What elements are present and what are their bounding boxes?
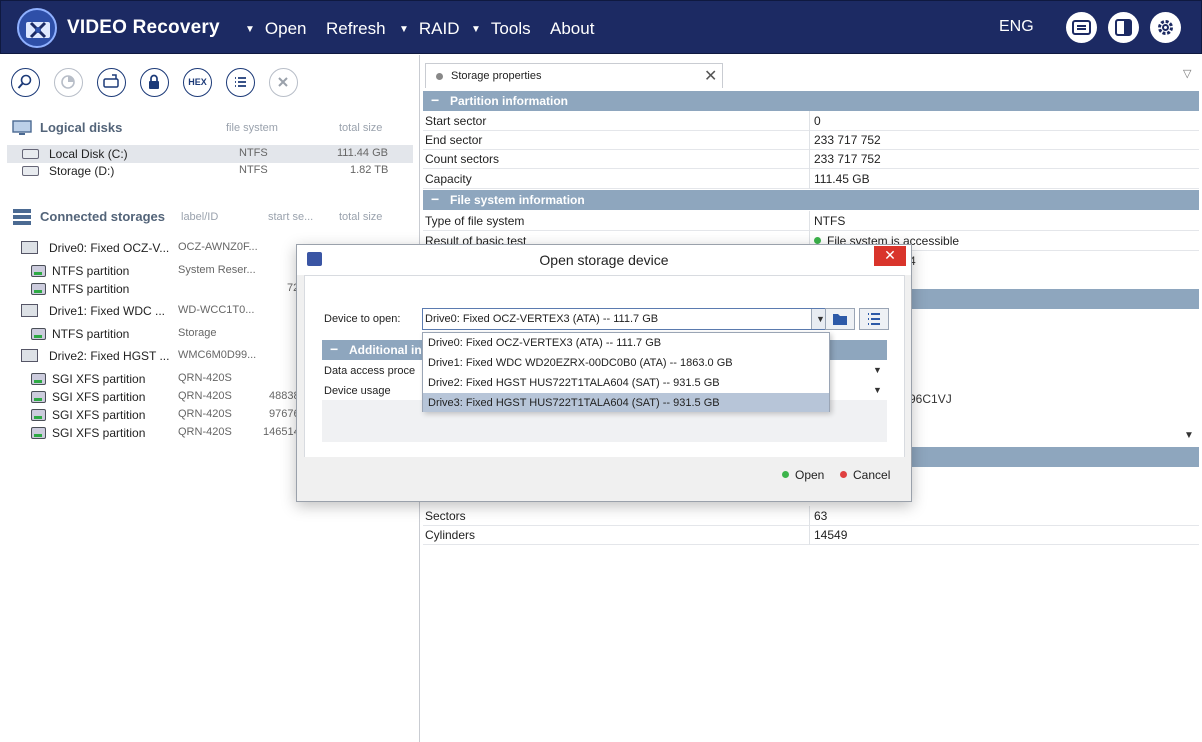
partition-icon (31, 265, 46, 277)
list-button[interactable] (226, 68, 255, 97)
dropdown-arrow-icon[interactable]: ▼ (1184, 430, 1194, 441)
device-option[interactable]: Drive2: Fixed HGST HUS722T1TALA604 (SAT)… (423, 373, 829, 393)
cancel-button[interactable]: Cancel (840, 468, 890, 482)
app-logo-icon (17, 8, 57, 48)
dialog-title: Open storage device (539, 252, 669, 268)
scan-icon (61, 75, 75, 89)
lock-button[interactable] (140, 68, 169, 97)
property-row: Capacity 111.45 GB (423, 169, 1199, 189)
lock-icon (149, 74, 159, 89)
list-icon (235, 77, 246, 87)
partition-icon (31, 373, 46, 385)
cancel-dot-icon (840, 471, 847, 478)
storages-icon (12, 208, 32, 226)
list-view-button[interactable] (859, 308, 889, 330)
ok-dot-icon (782, 471, 789, 478)
logical-disk-row[interactable]: Local Disk (C:) NTFS 111.44 GB (7, 145, 413, 163)
menu-raid[interactable]: ▼ RAID (399, 19, 460, 39)
open-file-button[interactable] (825, 308, 855, 330)
top-bar: VIDEO Recovery ▼ Open Refresh ▼ RAID ▼ Tool… (0, 0, 1202, 54)
image-button[interactable] (97, 68, 126, 97)
col-file-system: file system (226, 122, 278, 134)
logical-disks-title: Logical disks (40, 120, 123, 135)
folder-icon (833, 314, 847, 325)
search-icon (17, 74, 32, 89)
property-row: Start sector 0 (423, 111, 1199, 131)
property-row: End sector 233 717 752 (423, 130, 1199, 150)
menu-about[interactable]: About (550, 19, 594, 39)
hard-disk-icon (22, 149, 39, 159)
list-icon (868, 313, 880, 325)
gear-icon (1158, 20, 1173, 35)
open-button[interactable]: Open (782, 468, 824, 482)
drive-icon (21, 241, 38, 254)
tab-storage-properties[interactable]: Storage properties ✕ (425, 63, 723, 88)
log-button[interactable] (1066, 12, 1097, 43)
logical-disk-row[interactable]: Storage (D:) NTFS 1.82 TB (7, 162, 413, 180)
partition-icon (31, 283, 46, 295)
property-row: Sectors 63 (423, 506, 1199, 526)
device-dropdown-list[interactable]: Drive0: Fixed OCZ-VERTEX3 (ATA) -- 111.7… (422, 332, 830, 412)
partition-icon (31, 409, 46, 421)
drive-icon (21, 349, 38, 362)
col-storage-size: total size (339, 211, 383, 223)
hex-viewer-button[interactable]: HEX (183, 68, 212, 97)
menu-refresh[interactable]: Refresh (326, 19, 386, 39)
chevron-down-icon[interactable]: ▼ (873, 385, 882, 395)
property-row: Count sectors 233 717 752 (423, 149, 1199, 169)
dialog-footer: Open Cancel (304, 457, 905, 496)
status-ok-icon (814, 237, 821, 244)
data-access-label: Data access proce (324, 365, 416, 377)
partition-info-section[interactable]: − Partition information (423, 91, 1199, 111)
scan-button[interactable] (54, 68, 83, 97)
device-usage-label: Device usage (324, 385, 391, 397)
search-button[interactable] (11, 68, 40, 97)
device-option[interactable]: Drive1: Fixed WDC WD20EZRX-00DC0B0 (ATA)… (423, 353, 829, 373)
col-label-id: label/ID (181, 211, 219, 223)
dialog-close-button[interactable]: ✕ (874, 246, 906, 266)
monitor-icon (12, 120, 32, 136)
partition-icon (31, 391, 46, 403)
panel-menu-icon[interactable]: ▽ (1183, 67, 1191, 80)
connected-storages-title: Connected storages (40, 209, 165, 224)
menu-open[interactable]: ▼ Open (245, 19, 307, 39)
settings-button[interactable] (1150, 12, 1181, 43)
chevron-down-icon[interactable]: ▼ (873, 365, 882, 375)
panel-toggle-button[interactable] (1108, 12, 1139, 43)
log-icon (1072, 20, 1091, 35)
property-row: Cylinders 14549 (423, 525, 1199, 545)
language-selector[interactable]: ENG (999, 18, 1034, 36)
app-title: VIDEO Recovery (67, 17, 220, 38)
partition-icon (31, 427, 46, 439)
tab-dot-icon (436, 73, 443, 80)
disk-image-icon (103, 74, 119, 88)
col-total-size: total size (339, 122, 383, 134)
close-icon (278, 77, 288, 87)
fs-info-section[interactable]: − File system information (423, 190, 1199, 210)
hard-disk-icon (22, 166, 39, 176)
open-storage-dialog: Open storage device ✕ Device to open: Dr… (296, 244, 912, 502)
partition-icon (31, 328, 46, 340)
col-start-sector: start se... (268, 211, 314, 223)
tab-close-icon[interactable]: ✕ (704, 66, 717, 86)
panel-icon (1115, 19, 1132, 36)
property-row: Type of file system NTFS (423, 211, 1199, 231)
device-option[interactable]: Drive0: Fixed OCZ-VERTEX3 (ATA) -- 111.7… (423, 333, 829, 353)
device-label: Device to open: (324, 313, 401, 325)
menu-tools[interactable]: ▼ Tools (471, 19, 531, 39)
device-option[interactable]: Drive3: Fixed HGST HUS722T1TALA604 (SAT)… (423, 393, 829, 412)
close-storage-button[interactable] (269, 68, 298, 97)
device-select[interactable]: Drive0: Fixed OCZ-VERTEX3 (ATA) -- 111.7… (422, 308, 830, 330)
drive-icon (21, 304, 38, 317)
dialog-title-bar: Open storage device ✕ (297, 245, 911, 275)
